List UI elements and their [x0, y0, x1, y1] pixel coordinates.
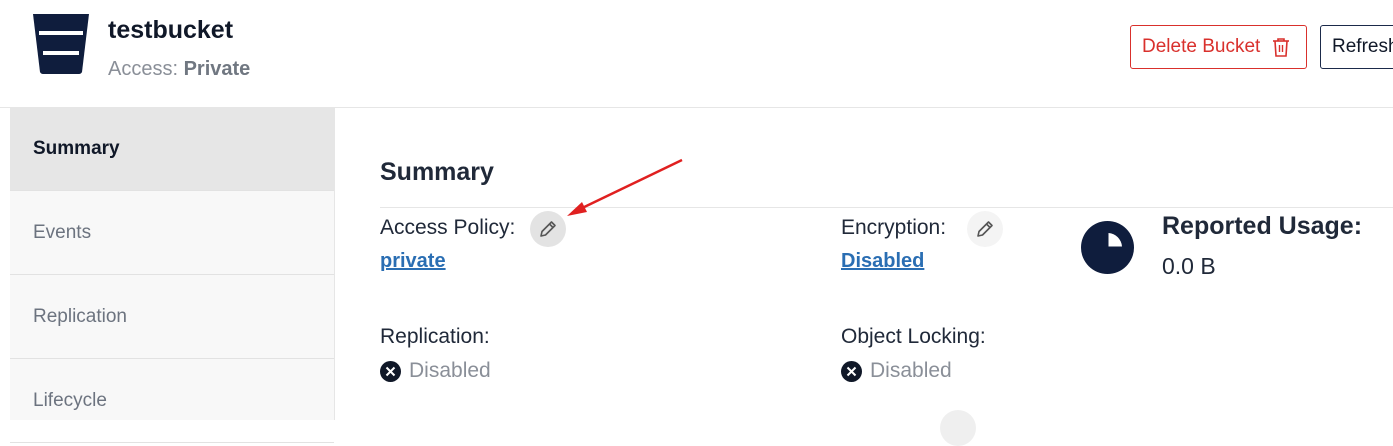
- edit-encryption-button[interactable]: [967, 211, 1003, 247]
- bucket-title: testbucket: [108, 16, 234, 44]
- object-locking-value: Disabled: [870, 359, 952, 382]
- delete-bucket-label: Delete Bucket: [1142, 36, 1261, 57]
- trash-icon: [1273, 38, 1290, 57]
- pie-chart-icon: [1081, 221, 1134, 274]
- bucket-sidebar: Summary Events Replication Lifecycle: [10, 108, 335, 443]
- pencil-icon: [540, 221, 556, 237]
- bucket-access: Access: Private: [108, 58, 250, 81]
- close-circle-icon: [380, 360, 401, 382]
- object-locking-status: Disabled: [841, 359, 952, 383]
- sidebar-item-label: Events: [33, 222, 92, 243]
- replication-value: Disabled: [409, 359, 491, 382]
- access-value: Private: [183, 58, 251, 80]
- edit-access-policy-button[interactable]: [530, 211, 566, 247]
- divider: [380, 207, 1393, 208]
- sidebar-item-events[interactable]: Events: [10, 192, 334, 275]
- edit-button-partial[interactable]: [940, 410, 976, 446]
- replication-status: Disabled: [380, 359, 491, 383]
- sidebar-item-summary[interactable]: Summary: [10, 108, 334, 191]
- bucket-header: testbucket Access: Private Delete Bucket…: [0, 0, 1393, 108]
- access-policy-link[interactable]: private: [380, 250, 446, 273]
- sidebar-item-replication[interactable]: Replication: [10, 276, 334, 359]
- access-label: Access:: [108, 58, 179, 80]
- replication-label: Replication:: [380, 325, 490, 348]
- sidebar-item-label: Summary: [33, 138, 120, 159]
- refresh-label: Refresh: [1332, 36, 1393, 57]
- access-policy-label: Access Policy:: [380, 216, 516, 239]
- section-title: Summary: [380, 158, 494, 186]
- encryption-label: Encryption:: [841, 216, 947, 239]
- close-circle-icon: [841, 360, 862, 382]
- pencil-icon: [977, 221, 993, 237]
- object-locking-label: Object Locking:: [841, 325, 986, 348]
- sidebar-item-label: Lifecycle: [33, 390, 107, 411]
- sidebar-item-label: Replication: [33, 306, 127, 327]
- sidebar-item-lifecycle[interactable]: Lifecycle: [10, 360, 334, 443]
- reported-usage-value: 0.0 B: [1162, 253, 1216, 279]
- bucket-icon: [33, 14, 89, 74]
- reported-usage-label: Reported Usage:: [1162, 212, 1363, 240]
- encryption-link[interactable]: Disabled: [841, 250, 924, 273]
- delete-bucket-button[interactable]: Delete Bucket: [1130, 25, 1307, 69]
- refresh-button[interactable]: Refresh: [1320, 25, 1393, 69]
